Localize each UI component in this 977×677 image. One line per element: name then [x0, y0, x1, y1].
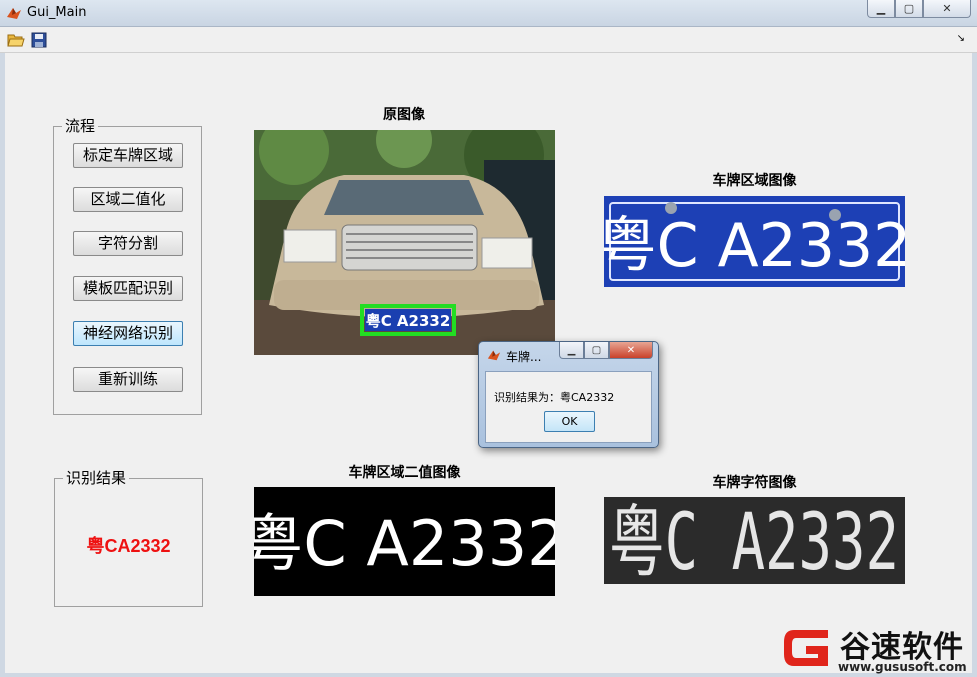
plate-region-caption: 车牌区域图像 — [712, 173, 797, 189]
chars-image-text: 粤C A2332 — [609, 498, 899, 584]
dialog-close-button[interactable]: ✕ — [609, 342, 653, 359]
dialog-controls: ▁ ▢ ✕ — [559, 342, 653, 359]
dialog-maximize-button[interactable]: ▢ — [584, 342, 609, 359]
retrain-button[interactable]: 重新训练 — [73, 367, 183, 392]
segmented-chars-image: 粤C A2332 — [604, 497, 905, 584]
neural-network-button[interactable]: 神经网络识别 — [73, 321, 183, 346]
locate-plate-button[interactable]: 标定车牌区域 — [73, 143, 183, 168]
result-panel-title: 识别结果 — [63, 470, 130, 486]
toolbar: ↘ — [0, 27, 977, 53]
dialog-body: 识别结果为：粤CA2332 OK — [485, 371, 652, 443]
matlab-icon — [487, 350, 501, 361]
minimize-button[interactable]: ▁ — [867, 0, 895, 18]
window-title: Gui_Main — [27, 5, 87, 20]
watermark-url: www.gususoft.com — [838, 660, 967, 674]
chars-image-caption: 车牌字符图像 — [712, 475, 797, 491]
plate-region-text: 粤C A2332 — [604, 211, 905, 281]
result-value: 粤CA2332 — [86, 536, 171, 556]
template-match-button[interactable]: 模板匹配识别 — [73, 276, 183, 301]
close-button[interactable]: ✕ — [923, 0, 971, 18]
segment-chars-button[interactable]: 字符分割 — [73, 231, 183, 256]
matlab-icon — [7, 8, 21, 19]
result-panel: 识别结果 粤CA2332 — [54, 470, 203, 607]
binary-image-caption: 车牌区域二值图像 — [348, 465, 461, 481]
result-dialog: 车牌... ▁ ▢ ✕ 识别结果为：粤CA2332 OK — [478, 341, 659, 448]
dialog-ok-button[interactable]: OK — [544, 411, 595, 432]
dialog-message: 识别结果为：粤CA2332 — [494, 391, 615, 404]
process-panel: 流程 标定车牌区域 区域二值化 字符分割 模板匹配识别 神经网络识别 重新训练 — [53, 118, 202, 415]
toolbar-dock-arrow-icon[interactable]: ↘ — [957, 33, 965, 44]
process-panel-title: 流程 — [62, 118, 99, 134]
original-car-image: 粤C A2332 — [254, 130, 555, 355]
window-controls: ▁ ▢ ✕ — [867, 0, 971, 18]
gususoft-logo-icon — [784, 630, 828, 666]
dialog-title: 车牌... — [506, 350, 542, 364]
dialog-minimize-button[interactable]: ▁ — [559, 342, 584, 359]
window-titlebar: Gui_Main ▁ ▢ ✕ — [0, 0, 977, 27]
save-icon[interactable] — [30, 31, 48, 49]
binarize-region-button[interactable]: 区域二值化 — [73, 187, 183, 212]
open-folder-icon[interactable] — [7, 31, 25, 49]
plate-region-image: 粤C A2332 — [604, 196, 905, 287]
car-plate-text: 粤C A2332 — [366, 312, 451, 330]
binary-plate-text: 粤C A2332 — [254, 507, 555, 580]
original-image-caption: 原图像 — [383, 107, 425, 123]
binary-plate-image: 粤C A2332 — [254, 487, 555, 596]
maximize-button[interactable]: ▢ — [895, 0, 923, 18]
